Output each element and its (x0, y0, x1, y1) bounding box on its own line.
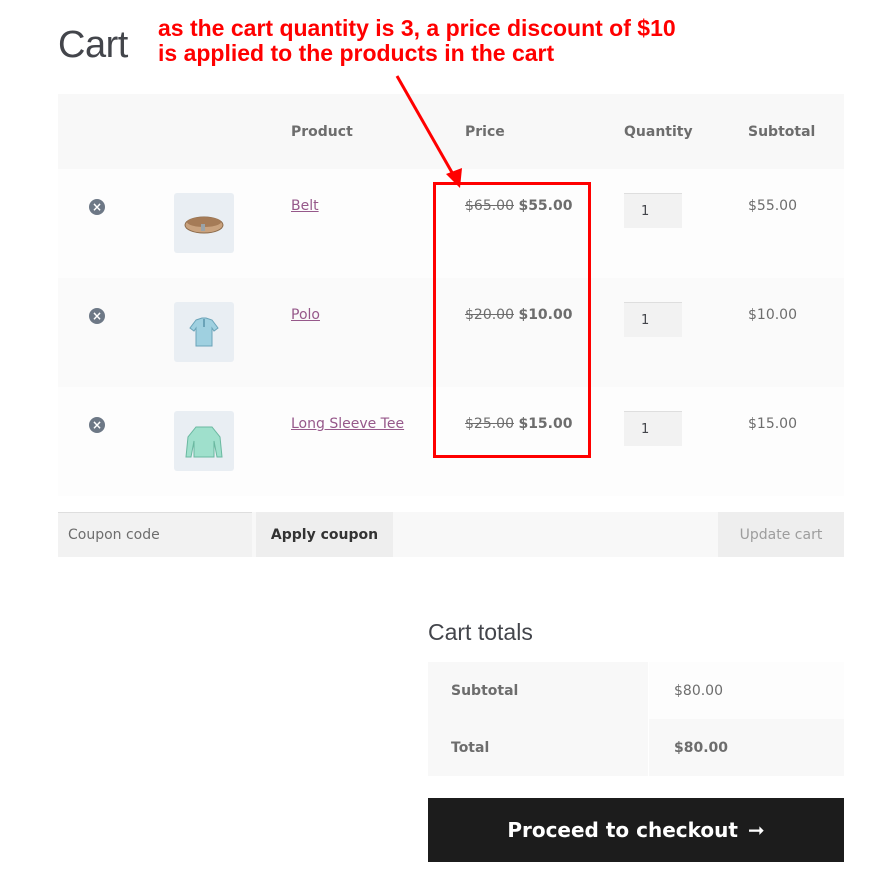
product-link[interactable]: Polo (291, 307, 320, 323)
annotation-highlight-box (433, 182, 591, 458)
product-link[interactable]: Long Sleeve Tee (291, 416, 404, 432)
proceed-to-checkout-button[interactable]: Proceed to checkout ➞ (428, 798, 844, 862)
remove-item-icon[interactable]: × (89, 417, 105, 433)
totals-subtotal-row: Subtotal $80.00 (428, 662, 844, 719)
total-value: $80.00 (649, 719, 844, 776)
polo-shirt-icon[interactable] (174, 302, 234, 362)
row-subtotal: $55.00 (748, 198, 797, 214)
quantity-input[interactable] (624, 302, 682, 337)
cart-totals-table: Subtotal $80.00 Total $80.00 (428, 662, 844, 776)
header-quantity: Quantity (624, 124, 693, 140)
cart-totals-title: Cart totals (428, 619, 533, 645)
row-subtotal: $10.00 (748, 307, 797, 323)
update-cart-button[interactable]: Update cart (718, 512, 844, 557)
header-product: Product (291, 124, 353, 140)
belt-icon[interactable] (174, 193, 234, 253)
quantity-input[interactable] (624, 193, 682, 228)
remove-item-icon[interactable]: × (89, 199, 105, 215)
arrow-right-icon: ➞ (747, 818, 765, 842)
coupon-code-input[interactable] (58, 512, 252, 557)
quantity-input[interactable] (624, 411, 682, 446)
totals-total-row: Total $80.00 (428, 719, 844, 776)
total-label: Total (428, 719, 648, 776)
remove-item-icon[interactable]: × (89, 308, 105, 324)
header-subtotal: Subtotal (748, 124, 816, 140)
annotation-text: as the cart quantity is 3, a price disco… (158, 15, 676, 66)
page-title: Cart (58, 24, 128, 66)
long-sleeve-tee-icon[interactable] (174, 411, 234, 471)
apply-coupon-button[interactable]: Apply coupon (256, 512, 393, 557)
row-subtotal: $15.00 (748, 416, 797, 432)
header-price: Price (465, 124, 505, 140)
checkout-label: Proceed to checkout (507, 818, 738, 842)
product-link[interactable]: Belt (291, 198, 319, 214)
subtotal-value: $80.00 (649, 662, 844, 719)
table-header: Product Price Quantity Subtotal (58, 94, 844, 169)
cart-actions: Apply coupon Update cart (58, 512, 844, 557)
subtotal-label: Subtotal (428, 662, 648, 719)
